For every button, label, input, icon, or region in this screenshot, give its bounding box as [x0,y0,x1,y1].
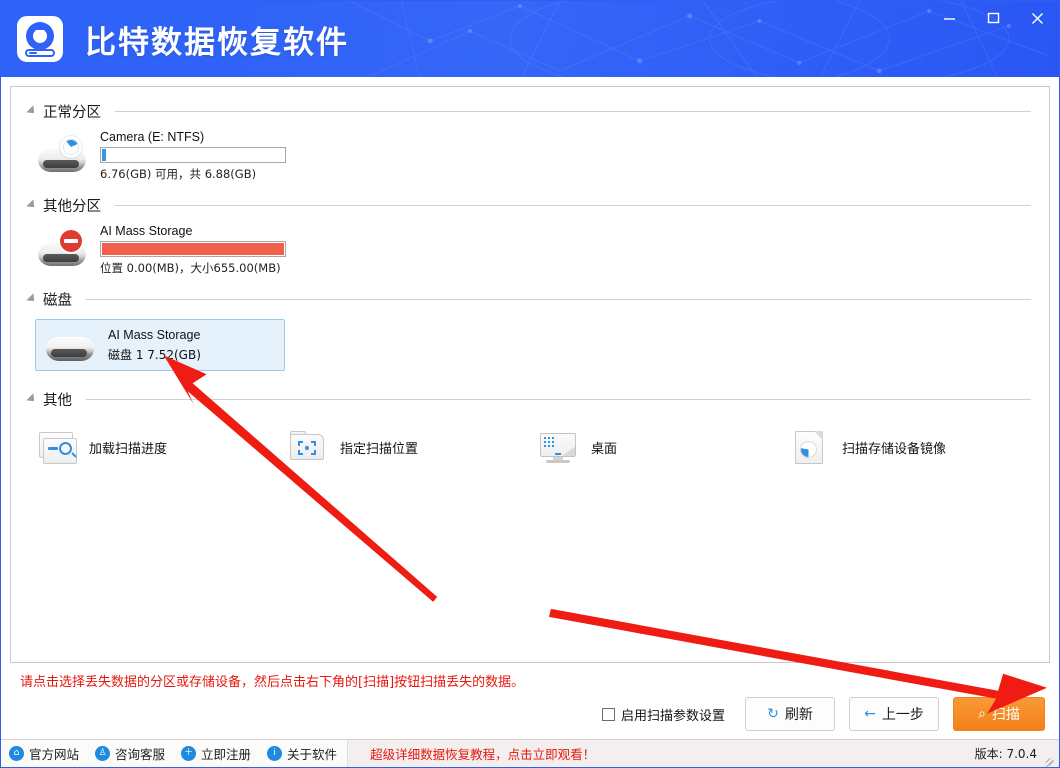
hint-text: 请点击选择丢失数据的分区或存储设备，然后点击右下角的[扫描]按钮扫描丢失的数据。 [20,663,1059,689]
group-header-other-partition[interactable]: 其他分区 [27,193,1037,217]
enable-scan-params-checkbox[interactable]: 启用扫描参数设置 [602,705,725,724]
group-title-disk: 磁盘 [43,289,72,310]
group-header-other[interactable]: 其他 [27,387,1037,411]
info-icon: i [267,746,282,761]
status-link-label: 官方网站 [29,744,79,763]
maximize-button[interactable] [971,1,1015,35]
app-title: 比特数据恢复软件 [85,17,349,62]
partition-capacity-text: 位置 0.00(MB)，大小655.00(MB) [100,260,286,276]
selected-disk-card[interactable]: AI Mass Storage 磁盘 1 7.52(GB) [35,319,285,371]
maximize-icon [987,12,1000,25]
resize-grip[interactable] [1044,753,1056,765]
partition-name: Camera (E: NTFS) [100,130,286,144]
refresh-label: 刷新 [785,704,813,724]
hard-disk-icon [44,325,98,365]
home-icon: ⌂ [9,746,24,761]
back-button[interactable]: ← 上一步 [849,697,939,731]
back-label: 上一步 [882,704,924,724]
device-list-scroll-area: 正常分区 Camera (E: NTFS) 6.76(GB) 可用，共 6.88… [11,87,1049,479]
refresh-icon: ↻ [767,706,779,722]
partition-name: AI Mass Storage [100,224,286,238]
collapse-triangle-icon [26,199,37,210]
arrow-left-icon: ← [864,706,876,722]
desktop-icon [537,429,579,465]
action-bar: 启用扫描参数设置 ↻ 刷新 ← 上一步 ⌕ 扫描 [1,689,1059,739]
status-link-label: 关于软件 [287,744,337,763]
app-logo-icon [17,16,63,62]
collapse-triangle-icon [26,393,37,404]
tool-label: 加载扫描进度 [89,438,167,457]
checkbox-label: 启用扫描参数设置 [621,705,725,724]
status-link-label: 咨询客服 [115,744,165,763]
status-link-support[interactable]: ♙ 咨询客服 [95,744,165,763]
title-bar: 比特数据恢复软件 [1,1,1059,77]
status-link-about[interactable]: i 关于软件 [267,744,337,763]
status-link-register[interactable]: ＋ 立即注册 [181,744,251,763]
minimize-icon [943,12,956,25]
partition-capacity-text: 6.76(GB) 可用，共 6.88(GB) [100,166,286,182]
close-icon [1031,12,1044,25]
specify-scan-location-icon [286,429,328,465]
status-version: 版本: 7.0.4 [975,745,1037,762]
main-panel: 正常分区 Camera (E: NTFS) 6.76(GB) 可用，共 6.88… [10,86,1050,663]
search-icon: ⌕ [978,706,986,722]
tool-label: 指定扫描位置 [340,438,418,457]
headset-icon: ♙ [95,746,110,761]
group-divider [115,205,1031,206]
group-title-other: 其他 [43,389,72,410]
group-divider [86,299,1031,300]
close-button[interactable] [1015,1,1059,35]
application-window: 比特数据恢复软件 正常分区 [0,0,1060,768]
disk-pie-icon [36,136,90,176]
collapse-triangle-icon [26,293,37,304]
partition-usage-fill [102,243,284,255]
scan-device-image-icon [788,429,830,465]
status-link-official-site[interactable]: ⌂ 官方网站 [9,744,79,763]
partition-row-camera[interactable]: Camera (E: NTFS) 6.76(GB) 可用，共 6.88(GB) [23,123,285,191]
status-promo-link[interactable]: 超级详细数据恢复教程，点击立即观看！ [370,744,595,763]
disk-name: AI Mass Storage [108,328,201,342]
group-title-other-partition: 其他分区 [43,195,101,216]
disk-blocked-icon [36,230,90,270]
scan-label: 扫描 [992,704,1020,724]
tool-label: 桌面 [591,438,617,457]
other-tools-row: 加载扫描进度 指定扫描位置 桌面 [33,425,1037,479]
collapse-triangle-icon [26,105,37,116]
refresh-button[interactable]: ↻ 刷新 [745,697,835,731]
partition-usage-bar [100,147,286,163]
tool-scan-device-image[interactable]: 扫描存储设备镜像 [786,425,1037,469]
group-divider [115,111,1031,112]
status-bar: ⌂ 官方网站 ♙ 咨询客服 ＋ 立即注册 i 关于软件 超级详细数据恢复教程，点… [1,739,1059,767]
group-title-normal-partition: 正常分区 [43,101,101,122]
disk-detail: 磁盘 1 7.52(GB) [108,346,201,363]
partition-row-ai-mass-storage[interactable]: AI Mass Storage 位置 0.00(MB)，大小655.00(MB) [23,217,285,285]
load-scan-progress-icon [35,429,77,465]
group-header-normal-partition[interactable]: 正常分区 [27,99,1037,123]
status-link-label: 立即注册 [201,744,251,763]
tool-label: 扫描存储设备镜像 [842,438,946,457]
tool-load-scan-progress[interactable]: 加载扫描进度 [33,425,284,469]
partition-usage-bar [100,241,286,257]
tool-desktop[interactable]: 桌面 [535,425,786,469]
checkbox-box-icon [602,708,615,721]
window-controls [927,1,1059,35]
group-header-disk[interactable]: 磁盘 [27,287,1037,311]
scan-button[interactable]: ⌕ 扫描 [953,697,1045,731]
group-divider [86,399,1031,400]
status-links: ⌂ 官方网站 ♙ 咨询客服 ＋ 立即注册 i 关于软件 [1,740,348,767]
minimize-button[interactable] [927,1,971,35]
user-add-icon: ＋ [181,746,196,761]
tool-specify-scan-location[interactable]: 指定扫描位置 [284,425,535,469]
partition-usage-fill [102,149,106,161]
